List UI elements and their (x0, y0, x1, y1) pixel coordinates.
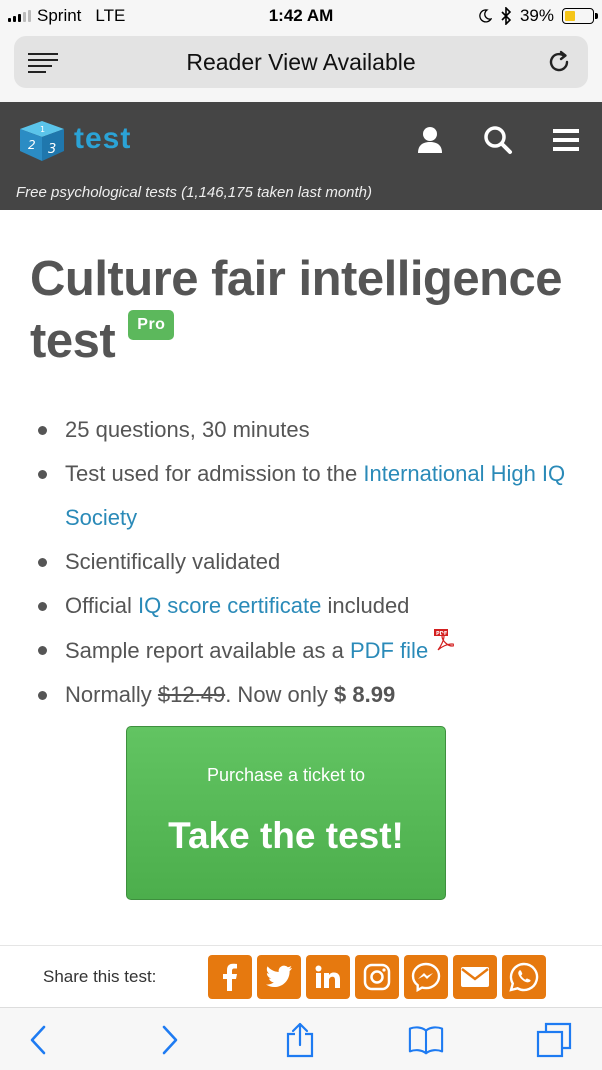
svg-text:3: 3 (48, 142, 56, 157)
moon-icon (479, 9, 492, 23)
list-item: 25 questions, 30 minutes (38, 408, 578, 452)
share-label: Share this test: (43, 967, 157, 986)
reload-icon[interactable] (546, 49, 572, 75)
twitter-icon[interactable] (257, 955, 301, 999)
whatsapp-icon[interactable] (502, 955, 546, 999)
search-icon[interactable] (482, 124, 514, 156)
menu-icon[interactable] (550, 124, 582, 156)
feature-text: . Now only (225, 682, 335, 707)
pro-badge: Pro (128, 310, 175, 340)
instagram-icon[interactable] (355, 955, 399, 999)
browser-toolbar (0, 1007, 602, 1070)
feature-text: Scientifically validated (65, 549, 281, 574)
pdf-icon[interactable]: PDF (432, 628, 455, 652)
feature-text: 25 questions, 30 minutes (65, 417, 310, 442)
tabs-icon[interactable] (536, 1022, 572, 1058)
svg-text:2: 2 (28, 138, 36, 152)
battery-icon (562, 8, 598, 24)
take-test-button[interactable]: Purchase a ticket to Take the test! (126, 726, 446, 900)
feature-list: 25 questions, 30 minutes Test used for a… (38, 408, 578, 717)
cta-subtext: Purchase a ticket to (206, 765, 366, 785)
site-tagline: Free psychological tests (1,146,175 take… (16, 184, 373, 201)
list-item: Normally $12.49. Now only $ 8.99 (38, 673, 578, 717)
bookmarks-icon[interactable] (408, 1022, 444, 1058)
status-bar: Sprint LTE 1:42 AM 39% (0, 0, 602, 32)
messenger-icon[interactable] (404, 955, 448, 999)
old-price: $12.49 (157, 682, 226, 707)
header-icons (414, 124, 582, 156)
list-item: Test used for admission to the Internati… (38, 452, 578, 540)
address-bar[interactable]: Reader View Available (14, 36, 588, 88)
list-item: Scientifically validated (38, 540, 578, 584)
share-bar: Share this test: (0, 945, 602, 1007)
feature-text: Test used for admission to the (65, 461, 364, 486)
logo-text: test (74, 122, 132, 155)
forward-icon[interactable] (152, 1022, 188, 1058)
feature-text: Official (65, 593, 138, 618)
site-logo[interactable]: 2 3 1 test (16, 115, 131, 163)
share-icon[interactable] (282, 1022, 318, 1058)
reader-icon[interactable] (28, 53, 58, 73)
back-icon[interactable] (20, 1022, 56, 1058)
address-title[interactable]: Reader View Available (186, 49, 415, 76)
feature-text: Sample report available as a (65, 638, 350, 663)
linkedin-icon[interactable] (306, 955, 350, 999)
user-icon[interactable] (414, 124, 446, 156)
facebook-icon[interactable] (208, 955, 252, 999)
feature-text: Normally (65, 682, 158, 707)
pdf-file-link[interactable]: PDF file (350, 638, 428, 663)
list-item: Sample report available as a PDF file PDF (38, 628, 578, 673)
site-header: 2 3 1 test Free psychological tests (1,1… (0, 102, 602, 210)
address-area: Reader View Available (0, 32, 602, 102)
email-icon[interactable] (453, 955, 497, 999)
main-content: Culture fair intelligence test Pro 25 qu… (0, 210, 602, 945)
svg-text:1: 1 (40, 125, 45, 134)
bluetooth-icon (501, 7, 512, 25)
battery-percent: 39% (519, 6, 554, 25)
cta-label: Take the test! (168, 815, 404, 856)
page-title-text: Culture fair intelligence test (30, 252, 563, 368)
share-icons (208, 955, 546, 999)
list-item: Official IQ score certificate included (38, 584, 578, 628)
page-title: Culture fair intelligence test Pro (30, 248, 590, 372)
current-price: $ 8.99 (334, 682, 396, 707)
dice-logo-icon: 2 3 1 (20, 121, 64, 161)
status-right: 39% (478, 6, 598, 26)
iq-certificate-link[interactable]: IQ score certificate (138, 593, 321, 618)
feature-text: included (321, 593, 410, 618)
